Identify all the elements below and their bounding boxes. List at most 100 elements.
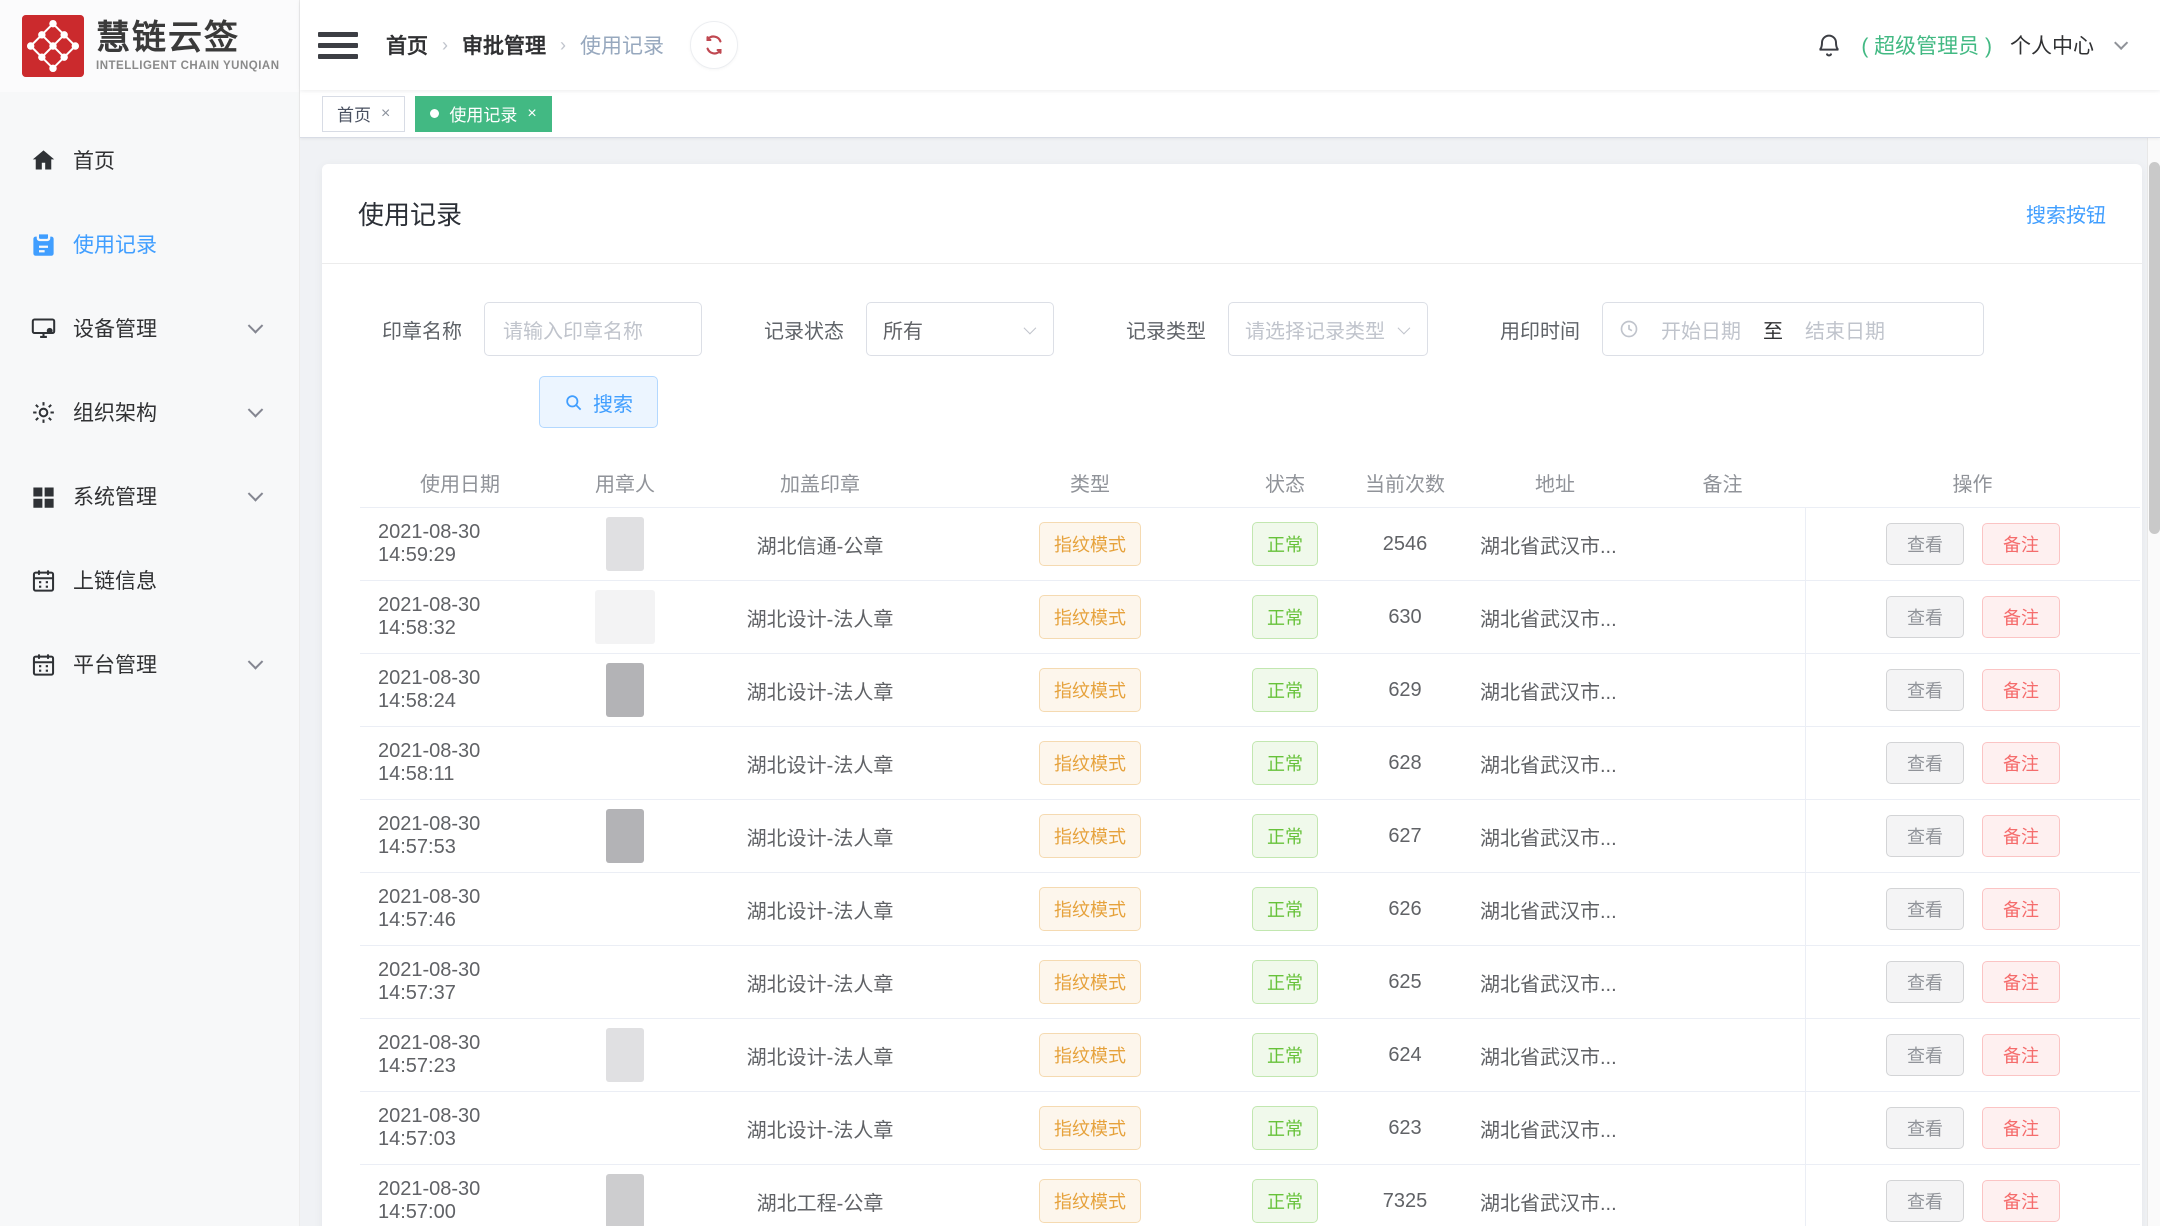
scrollbar-thumb[interactable] [2149,162,2160,534]
bell-icon[interactable] [1815,31,1843,59]
sidebar-item-label: 首页 [73,150,115,173]
cell-address: 湖北省武汉市... [1480,1046,1617,1069]
seal-name-placeholder: 请输入印章名称 [503,320,643,343]
brand-logo[interactable]: 慧链云签 INTELLIGENT CHAIN YUNQIAN [0,0,299,92]
remark-button[interactable]: 备注 [1982,669,2060,711]
cell-address: 湖北省武汉市... [1480,1192,1617,1215]
view-button[interactable]: 查看 [1886,596,1964,638]
cell-seal: 湖北设计-法人章 [746,827,894,850]
view-button[interactable]: 查看 [1886,1180,1964,1222]
cell-status: 正常 [1230,662,1340,718]
remark-button[interactable]: 备注 [1982,1180,2060,1222]
remark-button[interactable]: 备注 [1982,888,2060,930]
search-toggle-link[interactable]: 搜索按钮 [2026,199,2106,228]
cell-count: 2546 [1382,532,1428,555]
cell-type: 指纹模式 [950,881,1230,937]
status-badge: 正常 [1252,595,1318,639]
cell-remark [1640,1122,1805,1134]
cell-seal-user [560,1095,690,1161]
breadcrumb-home[interactable]: 首页 [386,30,428,60]
tab-label: 使用记录 [449,106,518,125]
breadcrumb-approval[interactable]: 审批管理 [462,30,546,60]
status-badge: 正常 [1252,1179,1318,1223]
view-button[interactable]: 查看 [1886,523,1964,565]
vertical-scrollbar[interactable] [2147,0,2160,1226]
table-body: 2021-08-30 14:59:29 湖北信通-公章 指纹模式 正常 2546… [360,508,2140,1226]
remark-button[interactable]: 备注 [1982,961,2060,1003]
type-badge: 指纹模式 [1039,1106,1141,1150]
sidebar-item-chain-info[interactable]: 上链信息 [0,552,299,608]
hamburger-menu-icon[interactable] [318,26,358,65]
table-row: 2021-08-30 14:57:00 湖北工程-公章 指纹模式 正常 7325… [360,1165,2140,1226]
cell-seal-user [560,1168,690,1226]
view-button[interactable]: 查看 [1886,961,1964,1003]
view-button[interactable]: 查看 [1886,669,1964,711]
seal-time-range-picker[interactable]: 开始日期 至 结束日期 [1602,302,1984,356]
cell-address: 湖北省武汉市... [1480,608,1617,631]
cell-count: 625 [1388,970,1422,993]
cell-address: 湖北省武汉市... [1480,973,1617,996]
cell-count: 623 [1388,1116,1422,1139]
cell-seal-user [560,511,690,577]
sidebar-item-system-management[interactable]: 系统管理 [0,468,299,524]
sidebar-item-home[interactable]: 首页 [0,132,299,188]
cell-status: 正常 [1230,1173,1340,1226]
cell-seal: 湖北设计-法人章 [746,1119,894,1142]
seal-name-input[interactable]: 请输入印章名称 [484,302,702,356]
record-type-select[interactable]: 请选择记录类型 [1228,302,1428,356]
chevron-down-icon[interactable] [2114,35,2129,50]
record-status-select[interactable]: 所有 [866,302,1054,356]
sidebar-item-platform-management[interactable]: 平台管理 [0,636,299,692]
search-row: 搜索 [539,376,2142,428]
cell-remark [1640,1195,1805,1207]
close-icon[interactable]: × [381,105,390,123]
cell-use-date: 2021-08-30 14:57:23 [378,1032,481,1077]
refresh-button[interactable] [690,21,738,69]
search-icon [566,394,582,410]
col-address: 地址 [1535,474,1575,496]
tab-usage-records[interactable]: 使用记录 × [415,95,552,132]
sidebar-item-label: 设备管理 [73,318,157,341]
sidebar-item-label: 使用记录 [73,234,157,257]
cell-status: 正常 [1230,516,1340,572]
chevron-down-icon [247,654,264,670]
sidebar-item-usage-records[interactable]: 使用记录 [0,216,299,272]
view-button[interactable]: 查看 [1886,742,1964,784]
cell-actions: 查看 备注 [1805,800,2140,872]
remark-button[interactable]: 备注 [1982,742,2060,784]
breadcrumb-separator-icon: › [442,34,448,55]
record-type-label: 记录类型 [1126,320,1206,343]
gear-icon [30,399,57,426]
user-center-link[interactable]: 个人中心 [2010,30,2094,60]
close-icon[interactable]: × [527,105,536,123]
view-button[interactable]: 查看 [1886,815,1964,857]
view-button[interactable]: 查看 [1886,1034,1964,1076]
cell-status: 正常 [1230,954,1340,1010]
cell-count: 628 [1388,751,1422,774]
remark-button[interactable]: 备注 [1982,1034,2060,1076]
cell-seal: 湖北设计-法人章 [746,681,894,704]
col-type: 类型 [1070,474,1110,496]
sidebar-item-label: 平台管理 [73,654,157,677]
remark-button[interactable]: 备注 [1982,523,2060,565]
sidebar: 慧链云签 INTELLIGENT CHAIN YUNQIAN 首页 使用记录 设… [0,0,300,1226]
remark-button[interactable]: 备注 [1982,1107,2060,1149]
cell-actions: 查看 备注 [1805,1092,2140,1164]
search-button[interactable]: 搜索 [539,376,658,428]
sidebar-item-organization[interactable]: 组织架构 [0,384,299,440]
table-row: 2021-08-30 14:58:32 湖北设计-法人章 指纹模式 正常 630… [360,581,2140,654]
cell-type: 指纹模式 [950,954,1230,1010]
view-button[interactable]: 查看 [1886,888,1964,930]
brand-title: 慧链云签 [96,18,240,57]
status-badge: 正常 [1252,522,1318,566]
cell-use-date: 2021-08-30 14:57:53 [378,813,481,858]
view-button[interactable]: 查看 [1886,1107,1964,1149]
remark-button[interactable]: 备注 [1982,815,2060,857]
table-row: 2021-08-30 14:58:11 湖北设计-法人章 指纹模式 正常 628… [360,727,2140,800]
cell-count: 626 [1388,897,1422,920]
col-actions: 操作 [1952,474,1993,496]
tab-home[interactable]: 首页 × [322,95,406,132]
remark-button[interactable]: 备注 [1982,596,2060,638]
sidebar-item-device-management[interactable]: 设备管理 [0,300,299,356]
cell-actions: 查看 备注 [1805,654,2140,726]
